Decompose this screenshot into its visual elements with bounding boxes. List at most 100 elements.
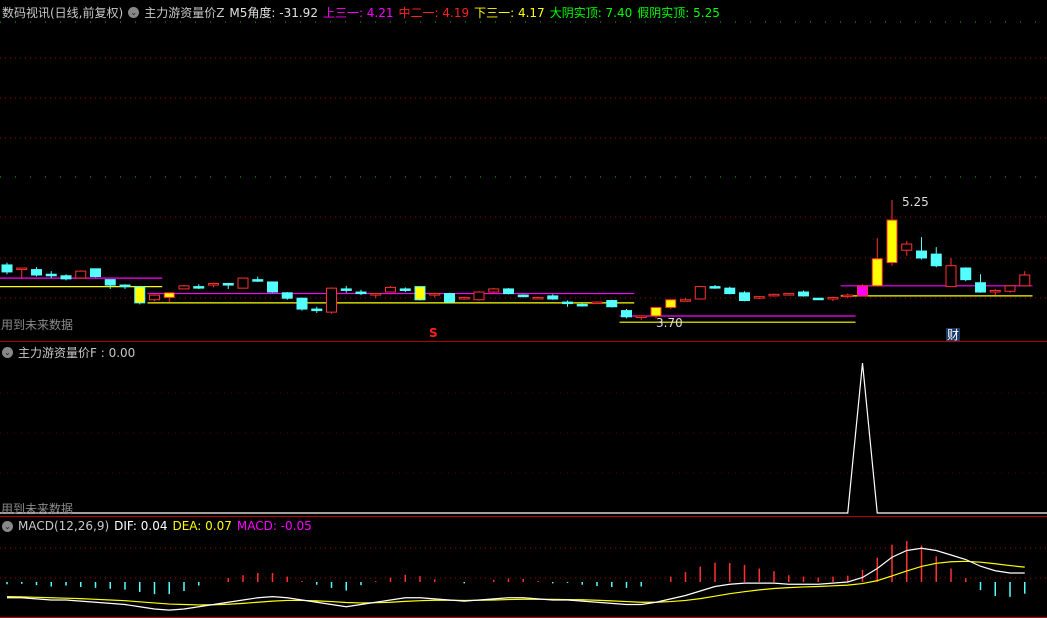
low-price-label: 3.70 (656, 316, 683, 330)
candle (857, 285, 868, 297)
candle (562, 301, 573, 305)
candle (724, 287, 736, 295)
main-panel-header: 数码视讯(日线,前复权) ⌄ 主力游资量价Z M5角度: -31.92 上三一:… (2, 4, 720, 20)
candle (665, 299, 677, 308)
candle (709, 286, 721, 289)
sub-indicator-title[interactable]: 主力游资量价F : 0.00 (18, 344, 135, 361)
candle (31, 269, 42, 276)
candle (517, 294, 529, 298)
candle (104, 279, 116, 286)
candle (237, 277, 249, 289)
candle (16, 267, 28, 271)
candle (576, 303, 588, 307)
stock-title: 数码视讯(日线,前复权) (2, 5, 124, 20)
finance-marker[interactable]: 财 (946, 328, 961, 342)
candle (222, 283, 234, 286)
candle (281, 292, 293, 299)
big-yin-value: 大阴实顶: 7.40 (549, 5, 633, 20)
candle (444, 293, 455, 303)
candle (842, 294, 854, 298)
candle (975, 282, 986, 293)
indicator-menu-icon[interactable]: ⌄ (128, 6, 140, 18)
dea-value: DEA: 0.07 (172, 519, 232, 533)
panel-divider[interactable] (0, 516, 1047, 517)
candle (694, 286, 706, 300)
candle (930, 253, 942, 267)
candle (473, 291, 485, 301)
candle (960, 267, 972, 281)
candle (193, 286, 205, 289)
candle (90, 268, 101, 278)
candle (60, 275, 72, 280)
indicator-menu-icon[interactable]: ⌄ (2, 520, 13, 532)
upper-value: 上三一: 4.21 (322, 5, 394, 20)
candle (945, 265, 957, 288)
candle (798, 291, 809, 297)
dif-line (7, 547, 1025, 611)
candle (208, 283, 219, 286)
panel-divider[interactable] (0, 341, 1047, 342)
candle (1019, 274, 1031, 287)
candle (267, 281, 278, 293)
candle (75, 270, 87, 279)
candle (119, 284, 131, 288)
indicator-name[interactable]: 主力游资量价Z (144, 4, 224, 21)
candle (340, 288, 352, 291)
dea-line (6, 560, 1025, 606)
future-data-warning: 用到未来数据 (1, 502, 74, 516)
sub-panel-header: ⌄ 主力游资量价F : 0.00 (2, 344, 135, 360)
candle (635, 315, 647, 319)
candle (311, 308, 323, 312)
candle (783, 293, 795, 296)
candle (532, 296, 544, 300)
candle (149, 294, 160, 301)
candle (429, 293, 441, 296)
lower-value: 下三一: 4.17 (474, 5, 545, 20)
candle (458, 296, 470, 300)
candle (901, 243, 913, 251)
candle (1, 264, 13, 273)
candle (296, 297, 308, 310)
candle (45, 273, 57, 277)
fake-yin-value: 假阴实顶: 5.25 (637, 5, 720, 20)
candle (414, 286, 426, 301)
macd-panel-header: ⌄ MACD(12,26,9) DIF: 0.04 DEA: 0.07 MACD… (2, 518, 312, 534)
candle (606, 300, 618, 308)
candle (1004, 285, 1016, 292)
candle (503, 288, 514, 295)
candle (768, 293, 780, 297)
indicator-line (0, 362, 1047, 514)
future-data-warning: 用到未来数据 (1, 318, 74, 332)
macd-value: MACD: -0.05 (236, 519, 312, 533)
candle (134, 286, 146, 304)
candle (385, 286, 396, 293)
candle (326, 287, 337, 313)
candle (252, 279, 264, 282)
candle (399, 288, 411, 291)
candle (547, 295, 559, 300)
candle (355, 291, 367, 295)
candle (753, 296, 765, 299)
high-price-label: 5.25 (902, 195, 929, 209)
middle-value: 中二一: 4.19 (398, 5, 470, 20)
candle (916, 250, 927, 259)
candle (812, 297, 824, 301)
candle (370, 293, 382, 296)
candle (680, 299, 691, 302)
candle (739, 292, 750, 302)
candle (989, 289, 1001, 293)
candle (871, 258, 883, 287)
candle (886, 219, 898, 264)
candle (488, 288, 500, 293)
candle (178, 285, 190, 290)
candle (621, 310, 632, 318)
dif-value: DIF: 0.04 (114, 519, 168, 533)
m5-angle: M5角度: -31.92 (229, 5, 318, 20)
candle (163, 292, 175, 298)
signal-s-marker[interactable]: S (429, 326, 438, 340)
macd-title[interactable]: MACD(12,26,9) (18, 519, 109, 533)
candle (827, 296, 839, 300)
indicator-menu-icon[interactable]: ⌄ (2, 346, 13, 358)
candle (591, 301, 603, 305)
candle (650, 307, 662, 317)
